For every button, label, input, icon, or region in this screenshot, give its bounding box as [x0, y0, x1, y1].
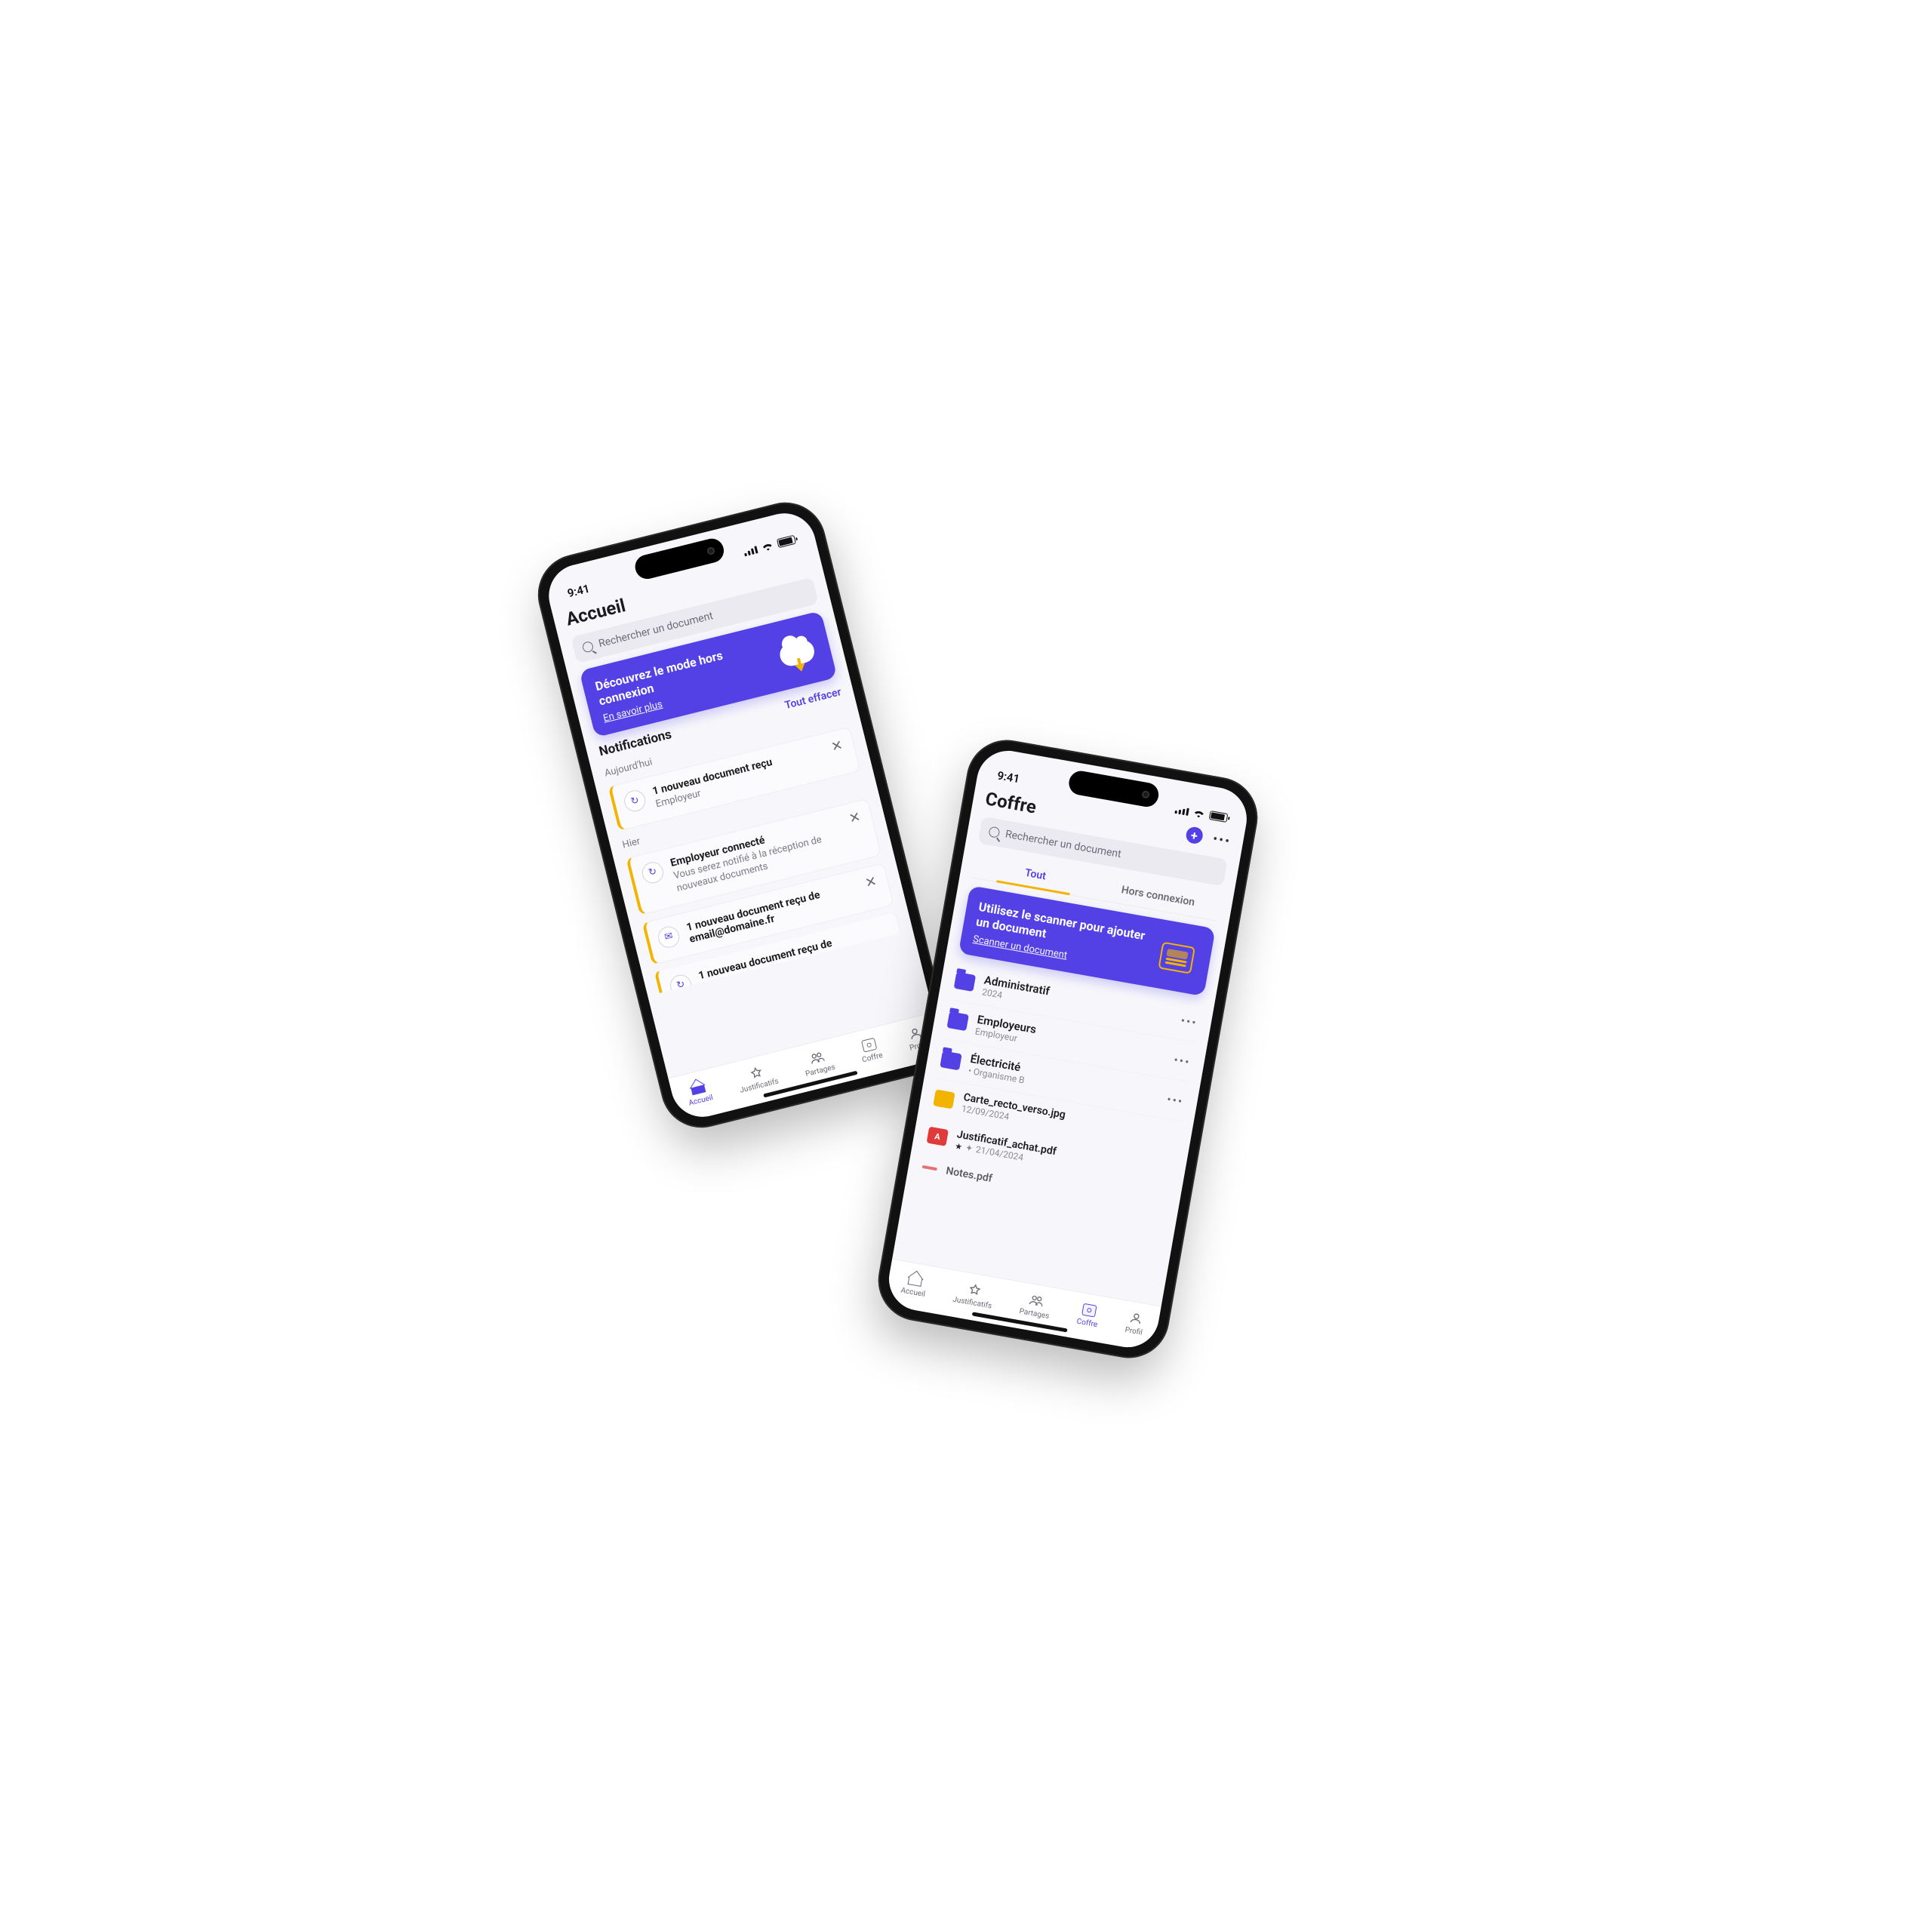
profile-icon — [1128, 1309, 1145, 1327]
group-icon — [808, 1049, 826, 1067]
close-icon[interactable]: ✕ — [846, 810, 863, 826]
search-icon — [582, 641, 595, 654]
link-icon: ↻ — [668, 972, 694, 992]
tab-coffre[interactable]: Coffre — [1076, 1301, 1101, 1329]
folder-icon — [946, 1011, 968, 1031]
tab-profil[interactable]: Profil — [1124, 1309, 1146, 1337]
tab-accueil[interactable]: Accueil — [900, 1270, 929, 1299]
link-icon: ↻ — [622, 788, 648, 814]
battery-icon — [777, 535, 796, 548]
add-button[interactable]: + — [1185, 826, 1204, 844]
home-icon — [908, 1272, 924, 1287]
image-file-icon — [933, 1089, 955, 1109]
safe-icon — [861, 1038, 877, 1053]
home-icon — [690, 1080, 706, 1095]
folder-icon — [954, 972, 976, 992]
row-more-icon[interactable]: ••• — [1180, 1013, 1198, 1030]
clear-all-button[interactable]: Tout effacer — [783, 686, 842, 712]
pdf-file-icon — [922, 1165, 937, 1171]
status-time: 9:41 — [996, 768, 1020, 786]
close-icon[interactable]: ✕ — [829, 738, 846, 755]
phone-coffre: 9:41 Coffre + ••• — [872, 734, 1264, 1364]
star-icon: ★ — [954, 1141, 963, 1152]
search-placeholder: Rechercher un document — [1004, 828, 1122, 860]
pdf-file-icon: A — [927, 1127, 949, 1146]
star-icon — [966, 1281, 983, 1299]
folder-icon — [940, 1051, 961, 1070]
tab-justificatifs[interactable]: Justificatifs — [735, 1061, 780, 1095]
tab-accueil[interactable]: Accueil — [684, 1078, 714, 1108]
page-title: Coffre — [984, 788, 1038, 817]
star-icon — [747, 1064, 765, 1082]
tab-justificatifs[interactable]: Justificatifs — [952, 1279, 995, 1311]
scan-icon — [1158, 941, 1195, 974]
tab-coffre[interactable]: Coffre — [857, 1035, 884, 1065]
row-more-icon[interactable]: ••• — [1173, 1052, 1192, 1069]
status-time: 9:41 — [566, 582, 591, 601]
phone-accueil: 9:41 Accueil Rechercher un document — [529, 494, 957, 1136]
link-icon: ↻ — [640, 860, 666, 885]
cloud-download-icon — [771, 626, 823, 681]
group-icon — [1028, 1292, 1045, 1309]
search-icon — [988, 826, 1000, 838]
tab-partages[interactable]: Partages — [801, 1047, 836, 1078]
more-icon[interactable]: ••• — [1211, 831, 1232, 850]
safe-icon — [1081, 1303, 1097, 1318]
tab-partages[interactable]: Partages — [1019, 1291, 1053, 1321]
battery-icon — [1209, 811, 1229, 823]
row-more-icon[interactable]: ••• — [1166, 1091, 1185, 1109]
wifi-icon — [761, 540, 774, 552]
signal-icon — [1174, 804, 1189, 816]
signal-icon — [743, 544, 758, 556]
wifi-icon — [1192, 808, 1206, 819]
close-icon[interactable]: ✕ — [863, 874, 880, 891]
mail-icon: ✉ — [656, 924, 681, 949]
